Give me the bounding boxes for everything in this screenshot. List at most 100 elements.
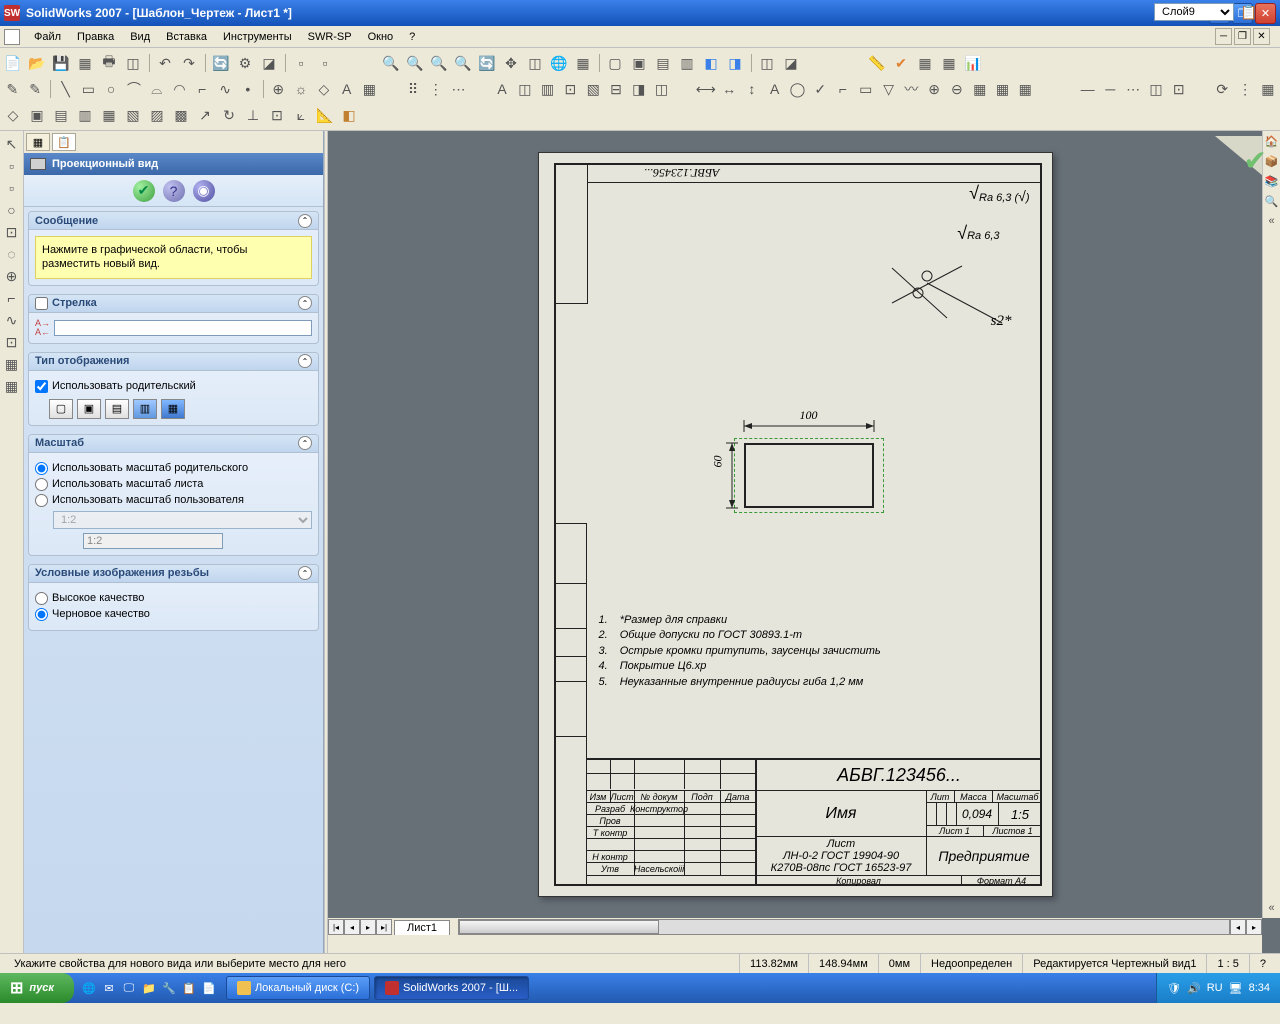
thread-draft-radio[interactable] — [35, 608, 48, 621]
ql-icon[interactable]: 🔧 — [160, 979, 178, 997]
spline-icon[interactable]: ∿ — [215, 78, 236, 100]
ql-icon[interactable]: 📁 — [140, 979, 158, 997]
toolbar-icon[interactable]: ⊡ — [1168, 78, 1189, 100]
scroll-right[interactable]: ▸ — [1246, 919, 1262, 935]
collapse-button[interactable]: ⌃ — [298, 296, 312, 310]
arc-icon[interactable]: ⌒ — [124, 78, 145, 100]
start-button[interactable]: пуск — [0, 973, 74, 1003]
gtol-icon[interactable]: ▭ — [855, 78, 876, 100]
scale-sheet-radio[interactable] — [35, 478, 48, 491]
save-icon[interactable]: 💾 — [50, 52, 72, 74]
dim-icon[interactable]: ↔ — [719, 78, 740, 100]
menu-tools[interactable]: Инструменты — [215, 29, 300, 45]
view-detail-icon[interactable]: ▧ — [122, 104, 144, 126]
menu-file[interactable]: Файл — [26, 29, 69, 45]
ql-icon[interactable]: 🌐 — [80, 979, 98, 997]
annotation-icon[interactable]: ◨ — [628, 78, 649, 100]
toolbar-icon[interactable]: ⊕ — [1, 265, 23, 287]
tray-icon[interactable]: 🖥 — [1229, 982, 1243, 995]
toolbar-icon[interactable]: ◪ — [258, 52, 280, 74]
toolbar-icon[interactable]: ⋯ — [1123, 78, 1144, 100]
search-icon[interactable]: 🔍 — [1264, 193, 1280, 209]
tab-nav-last[interactable]: ▸| — [376, 919, 392, 935]
display-shaded-icon[interactable]: ▦ — [161, 399, 185, 419]
grid-icon[interactable]: ▦ — [938, 52, 960, 74]
drawing-canvas[interactable]: ✔ АБВГ.123456... √Ra 6,3 (√) √Ra 6,3 — [328, 131, 1280, 953]
toolbar-icon[interactable]: ◫ — [524, 52, 546, 74]
menu-help[interactable]: ? — [401, 29, 423, 45]
open-icon[interactable]: 📂 — [26, 52, 48, 74]
note-icon[interactable]: A — [764, 78, 785, 100]
toolbar-icon[interactable]: ↗ — [194, 104, 216, 126]
toolbar-icon[interactable]: ▫ — [1, 177, 23, 199]
dim-icon[interactable]: ⟷ — [695, 78, 717, 100]
print-icon[interactable]: 🖶 — [98, 52, 120, 74]
annotation-icon[interactable]: A — [492, 78, 513, 100]
view-broken-icon[interactable]: ▨ — [146, 104, 168, 126]
collapse-button[interactable]: ⌃ — [298, 436, 312, 450]
hscroll-thumb[interactable] — [459, 920, 659, 934]
panel-tab-props[interactable]: 📋 — [52, 133, 76, 151]
table-icon[interactable]: ▦ — [992, 78, 1013, 100]
pattern-icon[interactable]: ⋮ — [425, 78, 446, 100]
drawing-sheet[interactable]: АБВГ.123456... √Ra 6,3 (√) √Ra 6,3 — [538, 152, 1053, 897]
display-hidden-removed-icon[interactable]: ▣ — [77, 399, 101, 419]
balloon-icon[interactable]: ◯ — [787, 78, 808, 100]
toolbar-icon[interactable]: ☼ — [291, 78, 312, 100]
panel-tab-tree[interactable]: ▦ — [26, 133, 50, 151]
pattern-icon[interactable]: ⠿ — [403, 78, 424, 100]
pan-icon[interactable]: ✥ — [500, 52, 522, 74]
scroll-left[interactable]: ◂ — [1230, 919, 1246, 935]
toolbar-icon[interactable]: ▫ — [290, 52, 312, 74]
hidden-lines-icon[interactable]: ▣ — [628, 52, 650, 74]
collapse-button[interactable]: ⌃ — [298, 354, 312, 368]
zoom-area-icon[interactable]: 🔍 — [404, 52, 426, 74]
centerline-icon[interactable]: ⊕ — [268, 78, 289, 100]
toolbar-icon[interactable]: ○ — [1, 199, 23, 221]
collapse-button[interactable]: ⌃ — [298, 214, 312, 228]
toolbar-icon[interactable]: 🌐 — [548, 52, 570, 74]
scale-parent-radio[interactable] — [35, 462, 48, 475]
select-icon[interactable]: ↖ — [1, 133, 23, 155]
tray-icon[interactable]: 🔊 — [1187, 982, 1201, 995]
menu-window[interactable]: Окно — [360, 29, 402, 45]
menu-view[interactable]: Вид — [122, 29, 158, 45]
toolbar-icon[interactable]: ◌ — [1, 243, 23, 265]
toolbar-icon[interactable]: ◧ — [338, 104, 360, 126]
layers-icon[interactable]: 📋 — [1238, 1, 1260, 23]
menu-swrsp[interactable]: SWR-SP — [300, 29, 360, 45]
toolbar-icon[interactable]: ◫ — [122, 52, 144, 74]
expand-icon[interactable]: « — [1264, 900, 1280, 916]
grid-icon[interactable]: ▦ — [914, 52, 936, 74]
cube-icon[interactable]: ◨ — [724, 52, 746, 74]
toolbar-icon[interactable]: ⟳ — [1212, 78, 1233, 100]
shaded-edges-icon[interactable]: ▥ — [676, 52, 698, 74]
rebuild-icon[interactable]: 🔄 — [210, 52, 232, 74]
toolbar-icon[interactable]: ▫ — [1, 155, 23, 177]
toolbar-icon[interactable]: ◪ — [780, 52, 802, 74]
zoom-out-icon[interactable]: 🔍 — [452, 52, 474, 74]
datum-icon[interactable]: ▽ — [878, 78, 899, 100]
scale-user-radio[interactable] — [35, 494, 48, 507]
options-icon[interactable]: ⚙ — [234, 52, 256, 74]
tab-nav-first[interactable]: |◂ — [328, 919, 344, 935]
ok-button[interactable]: ✔ — [133, 180, 155, 202]
help-button[interactable]: ? — [163, 180, 185, 202]
table-icon[interactable]: ▦ — [1015, 78, 1036, 100]
tray-clock[interactable]: 8:34 — [1249, 982, 1270, 994]
annotation-icon[interactable]: ▥ — [537, 78, 558, 100]
view-crop-icon[interactable]: ▩ — [170, 104, 192, 126]
annotation-icon[interactable]: ▧ — [583, 78, 604, 100]
undo-icon[interactable]: ↶ — [154, 52, 176, 74]
dim-smart-icon[interactable]: ◇ — [2, 104, 24, 126]
surface-finish-icon[interactable]: ✓ — [810, 78, 831, 100]
toolbar-icon[interactable]: 📐 — [314, 104, 336, 126]
view-std-icon[interactable]: ▣ — [26, 104, 48, 126]
point-icon[interactable]: • — [237, 78, 258, 100]
wave-icon[interactable]: 〰 — [901, 78, 922, 100]
line-icon[interactable]: ╲ — [55, 78, 76, 100]
arrow-input[interactable] — [54, 320, 312, 336]
fillet-icon[interactable]: ⌐ — [192, 78, 213, 100]
pattern-icon[interactable]: ⋯ — [448, 78, 469, 100]
view-aux-icon[interactable]: ▥ — [74, 104, 96, 126]
